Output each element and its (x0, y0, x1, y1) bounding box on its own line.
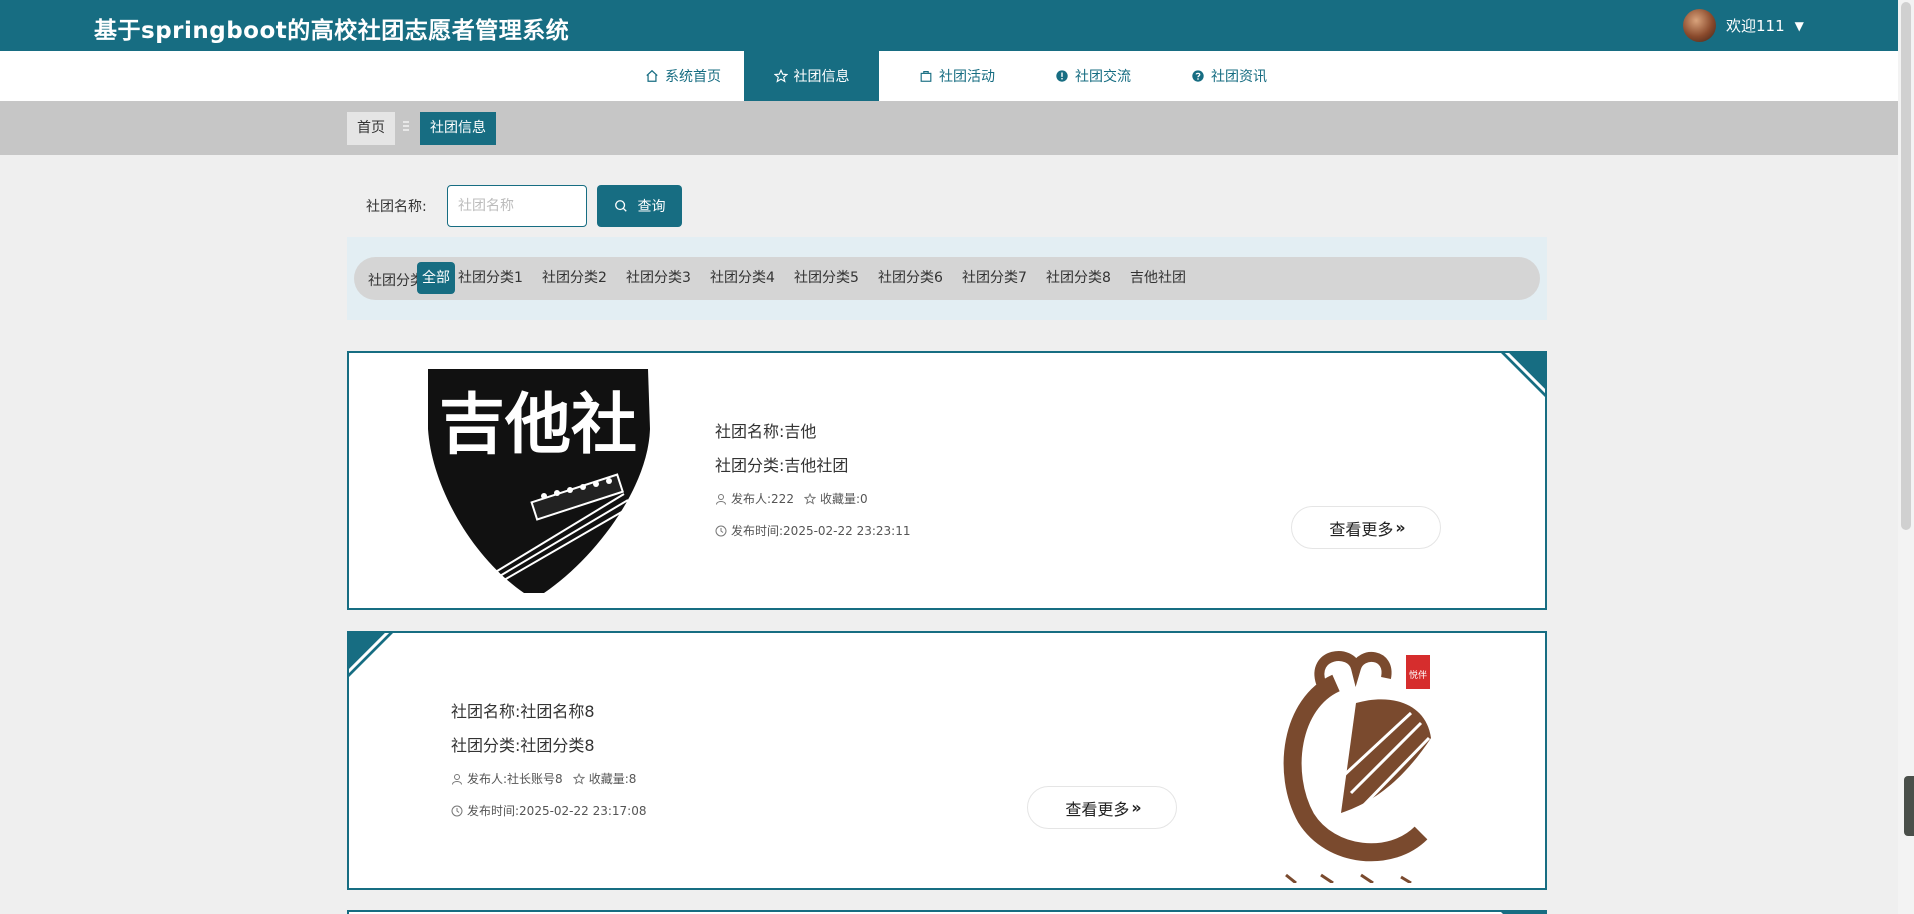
clock-icon (451, 805, 463, 816)
nav-item-label: 社团交流 (1075, 69, 1131, 85)
side-widget-handle[interactable] (1904, 776, 1914, 836)
corner-ribbon (1501, 353, 1545, 397)
nav-item-label: 社团活动 (939, 69, 995, 85)
club-category: 社团分类:吉他社团 (715, 456, 849, 475)
category-chip[interactable]: 吉他社团 (1125, 262, 1191, 294)
nav-item-home[interactable]: 系统首页 (622, 51, 744, 101)
nav-item-label: 系统首页 (665, 69, 721, 85)
category-chip[interactable]: 社团分类3 (621, 262, 696, 294)
nav-item-club-activities[interactable]: 社团活动 (896, 51, 1018, 101)
user-menu[interactable]: 欢迎111 ▼ (1683, 9, 1804, 42)
view-more-button[interactable]: 查看更多 ›› (1027, 786, 1177, 829)
category-filter-bar: 社团分类: 全部 社团分类1 社团分类2 社团分类3 社团分类4 社团分类5 社… (354, 257, 1540, 300)
breadcrumb-home[interactable]: 首页 (347, 112, 395, 145)
category-chip[interactable]: 社团分类1 (453, 262, 528, 294)
club-time: 发布时间:2025-02-22 23:17:08 (451, 802, 647, 819)
category-chip[interactable]: 社团分类7 (957, 262, 1032, 294)
alert-circle-icon (1056, 70, 1068, 82)
home-icon (646, 69, 658, 82)
help-circle-icon (1192, 70, 1204, 82)
club-name: 社团名称:吉他 (715, 422, 817, 441)
breadcrumb-current: 社团信息 (420, 112, 496, 145)
caret-down-icon[interactable]: ▼ (1795, 19, 1804, 33)
club-image[interactable]: 吉他社 (424, 369, 652, 593)
category-chip[interactable]: 社团分类5 (789, 262, 864, 294)
publish-time: 发布时间:2025-02-22 23:17:08 (467, 804, 647, 818)
star-outline-icon (572, 772, 585, 784)
publisher: 发布人:222 (731, 492, 794, 506)
category-chip[interactable]: 社团分类8 (1041, 262, 1116, 294)
club-meta: 发布人:222 收藏量:0 (715, 490, 868, 507)
category-filter: 社团分类: 全部 社团分类1 社团分类2 社团分类3 社团分类4 社团分类5 社… (347, 237, 1547, 320)
club-image-seal-text: 悦伴 (1409, 669, 1427, 681)
category-chip[interactable]: 社团分类2 (537, 262, 612, 294)
club-image-text: 吉他社 (439, 386, 637, 463)
clock-icon (715, 525, 727, 536)
breadcrumb-separator-icon (403, 121, 411, 135)
favorites-count: 收藏量:8 (588, 772, 637, 786)
site-title: 基于springboot的高校社团志愿者管理系统 (94, 18, 570, 44)
search-button-label: 查询 (637, 199, 666, 215)
club-card[interactable] (347, 910, 1547, 914)
search-label: 社团名称: (366, 199, 427, 215)
category-chip-all[interactable]: 全部 (417, 262, 455, 294)
club-name-search-input[interactable] (447, 185, 587, 227)
club-time: 发布时间:2025-02-22 23:23:11 (715, 522, 911, 539)
publish-time: 发布时间:2025-02-22 23:23:11 (731, 524, 911, 538)
main-nav: 系统首页 社团信息 社团活动 社团交流 社团资讯 (0, 51, 1914, 101)
publisher: 发布人:社长账号8 (467, 772, 563, 786)
double-chevron-right-icon: ›› (1395, 518, 1405, 537)
scrollbar-thumb[interactable] (1901, 2, 1911, 530)
club-category: 社团分类:社团分类8 (451, 736, 595, 755)
club-image[interactable]: 悦伴 (1261, 643, 1461, 883)
club-name: 社团名称:社团名称8 (451, 702, 595, 721)
category-chip[interactable]: 社团分类6 (873, 262, 948, 294)
bag-icon (920, 71, 932, 82)
user-icon (452, 773, 462, 785)
search-icon (614, 200, 627, 212)
nav-item-label: 社团资讯 (1211, 69, 1267, 85)
favorites-count: 收藏量:0 (819, 492, 868, 506)
category-chip[interactable]: 社团分类4 (705, 262, 780, 294)
top-header: 基于springboot的高校社团志愿者管理系统 欢迎111 ▼ (0, 0, 1914, 51)
user-greeting[interactable]: 欢迎111 (1726, 15, 1785, 36)
club-card[interactable]: 吉他社 社团名称:吉他 社团分类:吉他社团 发布人:222 收藏量:0 发布时间… (347, 351, 1547, 610)
nav-item-club-exchange[interactable]: 社团交流 (1032, 51, 1154, 101)
view-more-button[interactable]: 查看更多 ›› (1291, 506, 1441, 549)
double-chevron-right-icon: ›› (1131, 798, 1141, 817)
nav-item-label: 社团信息 (793, 69, 850, 85)
avatar[interactable] (1683, 9, 1716, 42)
breadcrumb: 首页 社团信息 (0, 101, 1914, 155)
search-button[interactable]: 查询 (597, 185, 682, 227)
club-meta: 发布人:社长账号8 收藏量:8 (451, 770, 636, 787)
view-more-label: 查看更多 (1329, 519, 1394, 539)
view-more-label: 查看更多 (1065, 799, 1130, 819)
club-card[interactable]: 社团名称:社团名称8 社团分类:社团分类8 发布人:社长账号8 收藏量:8 发布… (347, 631, 1547, 890)
corner-ribbon (349, 633, 393, 677)
corner-ribbon (1501, 912, 1545, 914)
nav-item-club-info[interactable]: 社团信息 (744, 51, 879, 101)
user-icon (716, 493, 726, 505)
star-outline-icon (803, 492, 816, 504)
nav-item-club-news[interactable]: 社团资讯 (1168, 51, 1290, 101)
star-icon (773, 69, 788, 83)
